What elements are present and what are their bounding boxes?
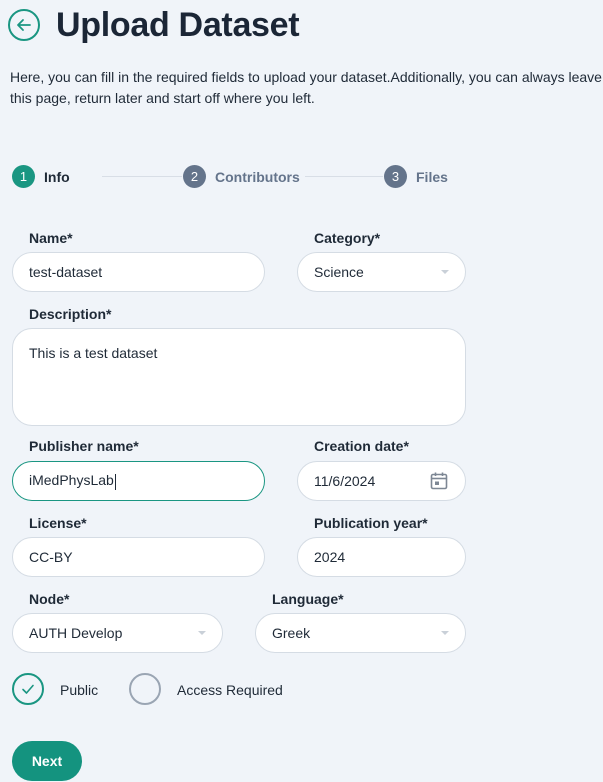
step-number: 3 bbox=[384, 165, 407, 188]
node-label: Node* bbox=[29, 591, 70, 607]
description-label: Description* bbox=[29, 306, 112, 322]
category-label: Category* bbox=[314, 230, 381, 246]
arrow-left-icon bbox=[17, 19, 31, 31]
language-value: Greek bbox=[272, 625, 311, 641]
access-required-radio[interactable] bbox=[129, 673, 161, 705]
upload-dataset-page: Upload Dataset Here, you can fill in the… bbox=[0, 0, 603, 782]
publisher-value: iMedPhysLab bbox=[29, 472, 114, 489]
step-connector bbox=[305, 176, 383, 177]
step-contributors[interactable]: 2 Contributors bbox=[183, 165, 300, 188]
next-button[interactable]: Next bbox=[12, 741, 82, 781]
publisher-input[interactable]: iMedPhysLab bbox=[12, 461, 265, 501]
step-number: 1 bbox=[12, 165, 35, 188]
publisher-label: Publisher name* bbox=[29, 438, 139, 454]
name-input[interactable]: test-dataset bbox=[12, 252, 265, 292]
chevron-down-icon bbox=[198, 631, 206, 635]
public-radio[interactable] bbox=[12, 673, 44, 705]
category-value: Science bbox=[314, 264, 364, 280]
back-button[interactable] bbox=[8, 9, 40, 41]
description-value: This is a test dataset bbox=[29, 345, 158, 361]
description-textarea[interactable]: This is a test dataset bbox=[12, 328, 466, 426]
license-input[interactable]: CC-BY bbox=[12, 537, 265, 577]
node-value: AUTH Develop bbox=[29, 625, 123, 641]
step-number: 2 bbox=[183, 165, 206, 188]
name-label: Name* bbox=[29, 230, 73, 246]
chevron-down-icon bbox=[441, 631, 449, 635]
node-select[interactable]: AUTH Develop bbox=[12, 613, 223, 653]
chevron-down-icon bbox=[441, 270, 449, 274]
publication-year-value: 2024 bbox=[314, 549, 346, 565]
page-title: Upload Dataset bbox=[56, 6, 300, 44]
license-value: CC-BY bbox=[29, 549, 73, 565]
step-info[interactable]: 1 Info bbox=[12, 165, 70, 188]
publisher-value-wrap: iMedPhysLab bbox=[29, 472, 248, 490]
creation-date-input[interactable]: 11/6/2024 bbox=[297, 461, 466, 501]
language-label: Language* bbox=[272, 591, 344, 607]
public-label: Public bbox=[60, 682, 99, 698]
step-label: Files bbox=[416, 168, 448, 185]
name-value: test-dataset bbox=[29, 264, 103, 280]
access-required-label: Access Required bbox=[177, 682, 283, 698]
step-label: Info bbox=[44, 168, 70, 185]
step-files[interactable]: 3 Files bbox=[384, 165, 448, 188]
category-select[interactable]: Science bbox=[297, 252, 466, 292]
language-select[interactable]: Greek bbox=[255, 613, 466, 653]
page-intro: Here, you can fill in the required field… bbox=[10, 69, 602, 106]
step-connector bbox=[102, 176, 182, 177]
stepper: 1 Info 2 Contributors 3 Files bbox=[12, 165, 482, 189]
publication-year-input[interactable]: 2024 bbox=[297, 537, 466, 577]
publication-year-label: Publication year* bbox=[314, 515, 428, 531]
step-label: Contributors bbox=[215, 168, 300, 185]
text-cursor bbox=[114, 473, 116, 490]
creation-date-label: Creation date* bbox=[314, 438, 409, 454]
license-label: License* bbox=[29, 515, 87, 531]
calendar-icon[interactable] bbox=[429, 471, 449, 491]
check-icon bbox=[22, 684, 34, 694]
creation-date-value: 11/6/2024 bbox=[314, 473, 376, 489]
